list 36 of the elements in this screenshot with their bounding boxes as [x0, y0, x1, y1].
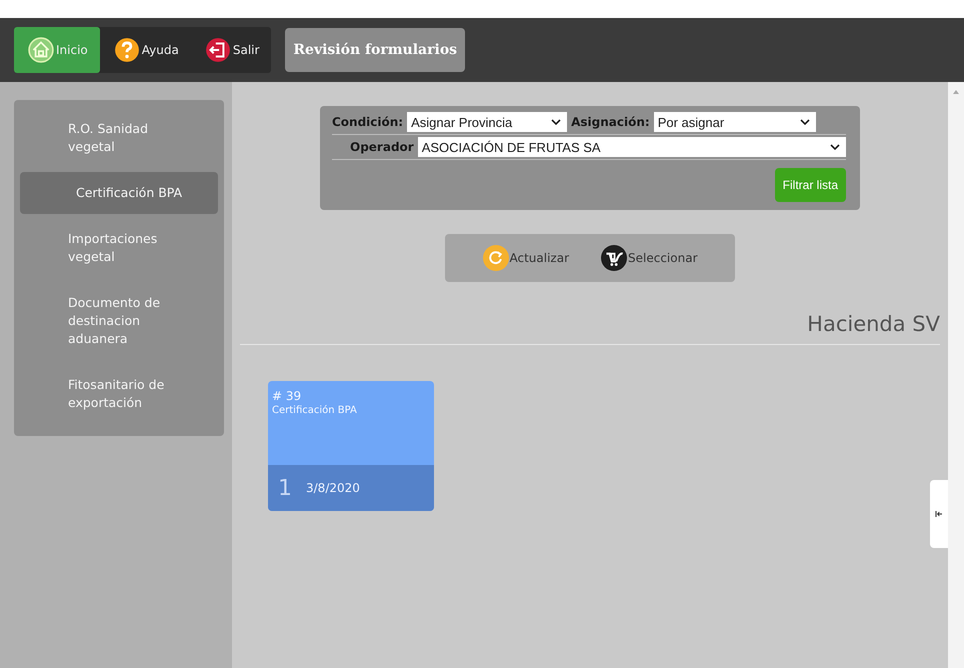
nav-button[interactable]: Ayuda [100, 27, 191, 73]
field-label: Condición: [332, 115, 404, 129]
card-date: 3/8/2020 [306, 481, 360, 495]
assignment-dropdown[interactable]: Por asignar [654, 112, 816, 132]
nav-button[interactable]: Inicio [14, 27, 100, 73]
filter-button[interactable]: Filtrar lista [774, 168, 846, 202]
sidebar-item[interactable]: Fitosanitario de exportación [20, 364, 218, 424]
panel-toggle-tab[interactable] [930, 480, 948, 548]
action-button[interactable]: Seleccionar [595, 244, 704, 272]
cart-icon [601, 245, 628, 271]
action-button[interactable]: Actualizar [476, 244, 576, 272]
chevron-icon [830, 144, 840, 150]
house-icon [28, 37, 54, 63]
card-number: # 39 [272, 389, 302, 403]
operator-dropdown[interactable]: ASOCIACIÓN DE FRUTAS SA [418, 137, 846, 157]
section-title: Hacienda SV [807, 312, 940, 336]
card-count: 1 [278, 476, 292, 500]
sidebar-item[interactable]: Certificación BPA [20, 172, 218, 214]
sidebar-item[interactable]: Documento de destinacion aduanera [20, 282, 218, 360]
refresh-icon [482, 245, 508, 271]
page-button[interactable]: Revisión formularios [285, 28, 466, 72]
field-label: Operador [350, 140, 414, 154]
chevron-icon [551, 119, 562, 125]
sidebar-item[interactable]: Importaciones vegetal [20, 218, 218, 278]
scroll-up-icon[interactable] [953, 90, 959, 94]
field-label: Asignación: [571, 115, 650, 129]
sidebar-item[interactable]: R.O. Sanidad vegetal [20, 108, 218, 168]
chevron-icon [800, 119, 810, 125]
condition-dropdown[interactable]: Asignar Provincia [407, 112, 568, 132]
exit-icon [204, 37, 231, 63]
nav-button[interactable]: Salir [190, 27, 272, 73]
arrow-icon [935, 511, 943, 517]
card-title: Certificación BPA [272, 405, 358, 416]
scrollbar[interactable] [948, 82, 964, 668]
form-card[interactable]: # 39 Certificación BPA 1 3/8/2020 [268, 381, 434, 511]
help-icon [114, 37, 140, 63]
